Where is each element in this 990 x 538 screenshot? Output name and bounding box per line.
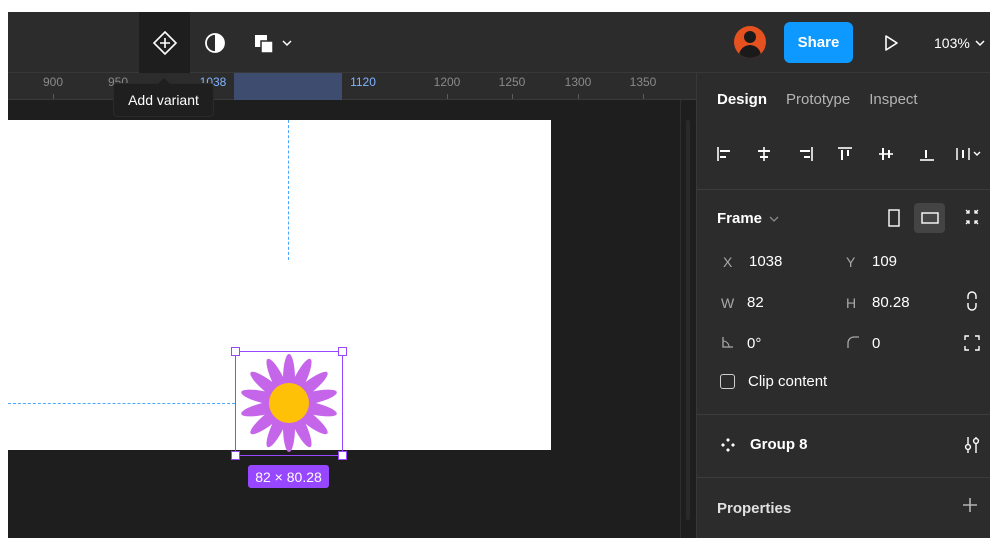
boolean-shapes-button[interactable] (248, 12, 298, 73)
frame-type-dropdown[interactable]: Frame (717, 210, 780, 227)
portrait-icon (888, 209, 900, 227)
y-label: Y (846, 253, 856, 270)
resize-to-fit-button[interactable] (963, 208, 981, 231)
align-top-icon[interactable] (836, 145, 854, 168)
panel-tabs: Design Prototype Inspect (717, 91, 918, 108)
align-left-icon[interactable] (715, 145, 733, 168)
component-set-icon (721, 437, 735, 452)
resize-handle-bottom-left[interactable] (231, 451, 240, 460)
height-field[interactable]: H 80.28 (846, 294, 910, 311)
add-variant-icon (152, 30, 177, 55)
figma-window: Share 103% 900 950 1038 1120 1200 1250 1… (8, 12, 990, 538)
add-variant-button[interactable] (139, 12, 190, 73)
align-right-icon[interactable] (797, 145, 815, 168)
resize-to-fit-icon (965, 209, 979, 225)
selection-size-badge: 82 × 80.28 (248, 465, 329, 488)
chevron-down-icon (975, 40, 985, 47)
play-icon (885, 35, 898, 51)
tab-design[interactable]: Design (717, 91, 767, 108)
horizontal-distance-guide (8, 403, 235, 404)
tab-prototype[interactable]: Prototype (786, 91, 850, 108)
constrain-proportions-button[interactable] (965, 291, 979, 316)
y-field[interactable]: Y 109 (846, 253, 897, 270)
ruler-tick: 1300 (564, 75, 592, 89)
vertical-scrollbar[interactable] (680, 100, 696, 538)
h-value: 80.28 (872, 294, 910, 311)
present-button[interactable] (876, 28, 906, 58)
properties-section-title: Properties (717, 500, 792, 517)
corner-radius-value: 0 (872, 335, 881, 352)
constrain-proportions-icon (967, 291, 977, 311)
y-value: 109 (872, 253, 898, 270)
h-label: H (846, 294, 857, 311)
chevron-down-icon (769, 216, 779, 222)
contrast-button[interactable] (190, 12, 240, 73)
independent-corners-button[interactable] (964, 335, 980, 356)
align-bottom-icon[interactable] (918, 145, 936, 168)
portrait-orientation-button[interactable] (880, 203, 908, 233)
zoom-dropdown[interactable]: 103% (934, 32, 986, 54)
vertical-distance-guide (288, 120, 289, 260)
chevron-down-icon (282, 39, 292, 46)
plus-icon (963, 498, 977, 512)
ruler-tick: 1200 (433, 75, 461, 89)
corner-radius-icon (846, 335, 872, 352)
component-group-row[interactable]: Group 8 (720, 436, 808, 453)
resize-handle-bottom-right[interactable] (338, 451, 347, 460)
landscape-orientation-button[interactable] (914, 203, 945, 233)
resize-handle-top-left[interactable] (231, 347, 240, 356)
clip-content-label: Clip content (748, 373, 828, 390)
alignment-toolbar (715, 145, 990, 169)
clip-content-checkbox-row[interactable]: Clip content (720, 373, 827, 390)
frame-title: Frame (717, 210, 763, 227)
horizontal-ruler: 900 950 1038 1120 1200 1250 1300 1350 (8, 73, 696, 100)
toolbar: Share 103% (8, 12, 990, 73)
contrast-icon (205, 32, 225, 53)
resize-handle-top-right[interactable] (338, 347, 347, 356)
align-horizontal-center-icon[interactable] (755, 145, 773, 168)
selection-box[interactable] (235, 351, 343, 456)
tab-inspect[interactable]: Inspect (869, 91, 917, 108)
ruler-tick: 1350 (629, 75, 657, 89)
avatar-icon[interactable] (734, 26, 766, 58)
w-label: W (721, 294, 735, 311)
adjust-icon (964, 437, 980, 453)
group-label: Group 8 (750, 436, 808, 453)
clip-content-checkbox[interactable] (720, 374, 735, 389)
add-property-button[interactable] (962, 495, 978, 517)
add-variant-tooltip: Add variant (114, 78, 213, 116)
design-panel: Design Prototype Inspect Frame X 1038 Y … (696, 73, 990, 538)
component-properties-button[interactable] (963, 435, 981, 460)
align-vertical-center-icon[interactable] (877, 145, 895, 168)
share-button[interactable]: Share (784, 22, 853, 63)
w-value: 82 (747, 294, 764, 311)
width-field[interactable]: W 82 (721, 294, 764, 311)
rotation-icon (721, 335, 747, 352)
rotation-field[interactable]: 0° (721, 335, 761, 352)
ruler-selection-range (234, 73, 342, 100)
x-label: X (723, 253, 733, 270)
rotation-value: 0° (747, 335, 762, 352)
x-field[interactable]: X 1038 (723, 253, 782, 270)
zoom-label: 103% (934, 35, 970, 51)
independent-corners-icon (964, 335, 980, 351)
x-value: 1038 (749, 253, 783, 270)
ruler-tick-selection-end: 1120 (350, 75, 376, 89)
landscape-icon (920, 212, 939, 224)
ruler-tick: 1250 (498, 75, 526, 89)
ruler-tick: 900 (42, 75, 64, 89)
distribute-icon[interactable] (955, 145, 985, 168)
corner-radius-field[interactable]: 0 (846, 335, 880, 352)
shapes-icon (255, 34, 274, 54)
